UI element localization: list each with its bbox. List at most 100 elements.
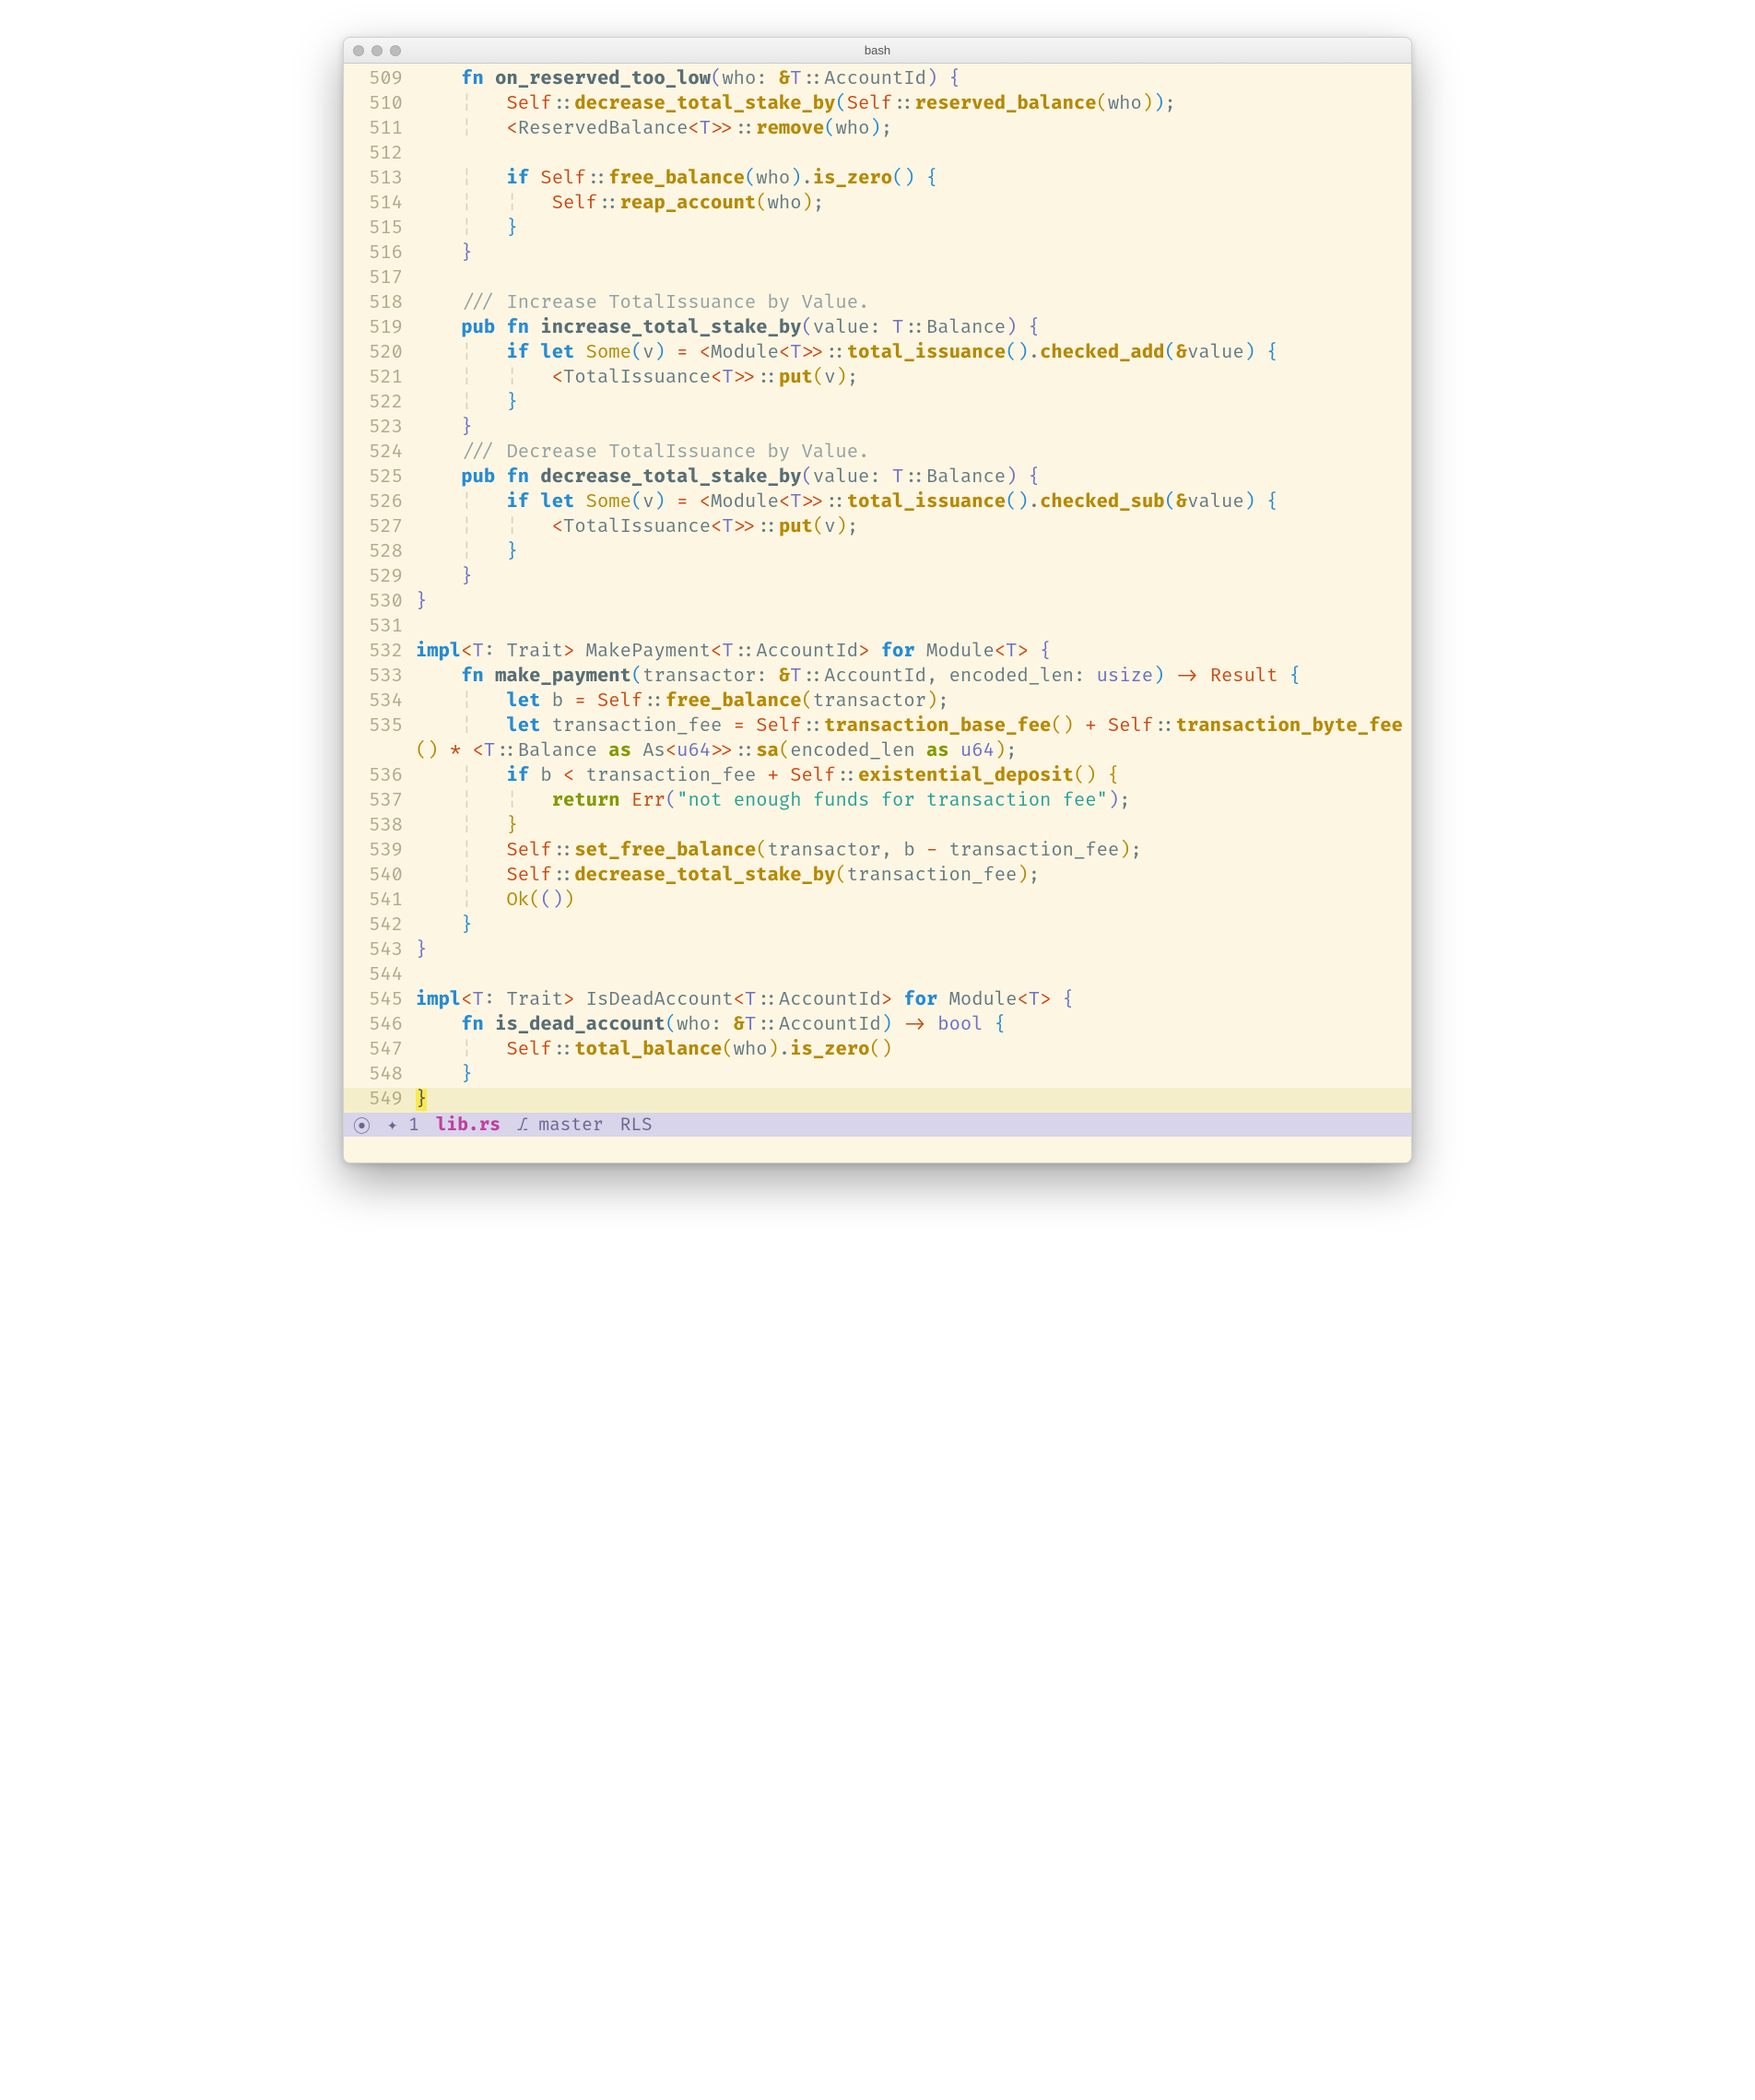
code-content[interactable]: ¦ if b < transaction_fee + Self::existen…	[416, 764, 1411, 789]
code-line[interactable]: 540 ¦ Self::decrease_total_stake_by(tran…	[344, 864, 1411, 889]
code-line[interactable]: 521 ¦ ¦ <TotalIssuance<T>>::put(v);	[344, 366, 1411, 391]
code-line-wrap[interactable]: () * <T::Balance as As<u64>>::sa(encoded…	[344, 739, 1411, 764]
code-content[interactable]: ¦ Self::total_balance(who).is_zero()	[416, 1038, 1411, 1063]
code-content[interactable]: ¦ if let Some(v) = <Module<T>>::total_is…	[416, 341, 1411, 366]
code-line[interactable]: 523 }	[344, 416, 1411, 441]
code-content[interactable]: ¦ }	[416, 217, 1411, 242]
code-line[interactable]: 543}	[344, 938, 1411, 963]
code-content[interactable]: ¦ Self::set_free_balance(transactor, b -…	[416, 839, 1411, 864]
code-content[interactable]: impl<T: Trait> MakePayment<T::AccountId>…	[416, 640, 1411, 665]
code-line[interactable]: 538 ¦ }	[344, 814, 1411, 839]
code-content[interactable]: ¦ ¦ <TotalIssuance<T>>::put(v);	[416, 366, 1411, 391]
code-line[interactable]: 542 }	[344, 914, 1411, 938]
code-line[interactable]: 510 ¦ Self::decrease_total_stake_by(Self…	[344, 92, 1411, 117]
code-line[interactable]: 516 }	[344, 242, 1411, 266]
code-line[interactable]: 544	[344, 963, 1411, 988]
code-content[interactable]: }	[416, 416, 1411, 441]
code-content[interactable]: impl<T: Trait> IsDeadAccount<T::AccountI…	[416, 988, 1411, 1013]
code-editor[interactable]: 509 fn on_reserved_too_low(who: &T::Acco…	[344, 64, 1411, 1113]
minimize-icon[interactable]	[371, 45, 383, 56]
code-content[interactable]	[416, 142, 1411, 167]
code-line[interactable]: 533 fn make_payment(transactor: &T::Acco…	[344, 665, 1411, 690]
line-number: 532	[344, 640, 416, 665]
code-line[interactable]: 527 ¦ ¦ <TotalIssuance<T>>::put(v);	[344, 515, 1411, 540]
line-number: 544	[344, 963, 416, 988]
code-content[interactable]: }	[416, 1063, 1411, 1088]
code-content[interactable]	[416, 615, 1411, 640]
code-content[interactable]: ¦ let transaction_fee = Self::transactio…	[416, 714, 1411, 739]
code-content[interactable]: }	[416, 938, 1411, 963]
code-content[interactable]: }	[416, 590, 1411, 615]
code-line[interactable]: 529 }	[344, 565, 1411, 590]
code-line[interactable]: 534 ¦ let b = Self::free_balance(transac…	[344, 690, 1411, 714]
code-line[interactable]: 547 ¦ Self::total_balance(who).is_zero()	[344, 1038, 1411, 1063]
code-line[interactable]: 545impl<T: Trait> IsDeadAccount<T::Accou…	[344, 988, 1411, 1013]
code-content[interactable]	[416, 963, 1411, 988]
line-number: 539	[344, 839, 416, 864]
code-content[interactable]: }	[416, 914, 1411, 938]
line-number: 521	[344, 366, 416, 391]
code-content[interactable]: ¦ }	[416, 814, 1411, 839]
code-content[interactable]: fn on_reserved_too_low(who: &T::AccountI…	[416, 67, 1411, 92]
code-content[interactable]: /// Increase TotalIssuance by Value.	[416, 291, 1411, 316]
code-content[interactable]: /// Decrease TotalIssuance by Value.	[416, 441, 1411, 466]
code-line[interactable]: 514 ¦ ¦ Self::reap_account(who);	[344, 192, 1411, 217]
code-line[interactable]: 531	[344, 615, 1411, 640]
code-line[interactable]: 536 ¦ if b < transaction_fee + Self::exi…	[344, 764, 1411, 789]
code-content[interactable]: ¦ let b = Self::free_balance(transactor)…	[416, 690, 1411, 714]
code-content[interactable]: ¦ Ok(())	[416, 889, 1411, 914]
code-line[interactable]: 517	[344, 266, 1411, 291]
code-line[interactable]: 518 /// Increase TotalIssuance by Value.	[344, 291, 1411, 316]
status-filename: lib.rs	[436, 1114, 501, 1136]
code-line[interactable]: 526 ¦ if let Some(v) = <Module<T>>::tota…	[344, 490, 1411, 515]
code-content[interactable]: ¦ ¦ return Err("not enough funds for tra…	[416, 789, 1411, 814]
line-number: 543	[344, 938, 416, 963]
close-icon[interactable]	[353, 45, 364, 56]
code-content[interactable]: ¦ ¦ Self::reap_account(who);	[416, 192, 1411, 217]
maximize-icon[interactable]	[390, 45, 401, 56]
code-line[interactable]: 546 fn is_dead_account(who: &T::AccountI…	[344, 1013, 1411, 1038]
line-number: 528	[344, 540, 416, 565]
code-line[interactable]: 548 }	[344, 1063, 1411, 1088]
code-content[interactable]: ¦ }	[416, 540, 1411, 565]
code-line[interactable]: 539 ¦ Self::set_free_balance(transactor,…	[344, 839, 1411, 864]
code-content[interactable]: ¦ Self::decrease_total_stake_by(transact…	[416, 864, 1411, 889]
code-content[interactable]: }	[416, 1088, 1411, 1113]
code-line[interactable]: 519 pub fn increase_total_stake_by(value…	[344, 316, 1411, 341]
code-content[interactable]: }	[416, 565, 1411, 590]
code-content[interactable]: ¦ if let Some(v) = <Module<T>>::total_is…	[416, 490, 1411, 515]
code-line[interactable]: 509 fn on_reserved_too_low(who: &T::Acco…	[344, 67, 1411, 92]
code-line[interactable]: 549}	[344, 1088, 1411, 1113]
line-number: 519	[344, 316, 416, 341]
code-line[interactable]: 541 ¦ Ok(())	[344, 889, 1411, 914]
terminal-window: bash 509 fn on_reserved_too_low(who: &T:…	[343, 37, 1412, 1163]
code-line[interactable]: 515 ¦ }	[344, 217, 1411, 242]
code-content[interactable]: ¦ }	[416, 391, 1411, 416]
line-number: 525	[344, 466, 416, 490]
window-titlebar[interactable]: bash	[344, 38, 1411, 64]
status-modified: ✦ 1	[387, 1114, 419, 1136]
code-line[interactable]: 528 ¦ }	[344, 540, 1411, 565]
code-line[interactable]: 513 ¦ if Self::free_balance(who).is_zero…	[344, 167, 1411, 192]
code-line[interactable]: 511 ¦ <ReservedBalance<T>>::remove(who);	[344, 117, 1411, 142]
code-line[interactable]: 535 ¦ let transaction_fee = Self::transa…	[344, 714, 1411, 739]
code-content[interactable]: fn make_payment(transactor: &T::AccountI…	[416, 665, 1411, 690]
code-content[interactable]: ¦ if Self::free_balance(who).is_zero() {	[416, 167, 1411, 192]
code-line[interactable]: 524 /// Decrease TotalIssuance by Value.	[344, 441, 1411, 466]
code-content[interactable]: ¦ Self::decrease_total_stake_by(Self::re…	[416, 92, 1411, 117]
code-content[interactable]: ¦ <ReservedBalance<T>>::remove(who);	[416, 117, 1411, 142]
code-line[interactable]: 522 ¦ }	[344, 391, 1411, 416]
code-content[interactable]: ¦ ¦ <TotalIssuance<T>>::put(v);	[416, 515, 1411, 540]
code-content[interactable]: }	[416, 242, 1411, 266]
code-content[interactable]	[416, 266, 1411, 291]
code-content[interactable]: pub fn decrease_total_stake_by(value: T:…	[416, 466, 1411, 490]
code-line[interactable]: 530}	[344, 590, 1411, 615]
code-line[interactable]: 512	[344, 142, 1411, 167]
code-line[interactable]: 520 ¦ if let Some(v) = <Module<T>>::tota…	[344, 341, 1411, 366]
code-line[interactable]: 532impl<T: Trait> MakePayment<T::Account…	[344, 640, 1411, 665]
line-number: 547	[344, 1038, 416, 1063]
code-line[interactable]: 525 pub fn decrease_total_stake_by(value…	[344, 466, 1411, 490]
code-line[interactable]: 537 ¦ ¦ return Err("not enough funds for…	[344, 789, 1411, 814]
code-content[interactable]: fn is_dead_account(who: &T::AccountId) -…	[416, 1013, 1411, 1038]
code-content[interactable]: pub fn increase_total_stake_by(value: T:…	[416, 316, 1411, 341]
